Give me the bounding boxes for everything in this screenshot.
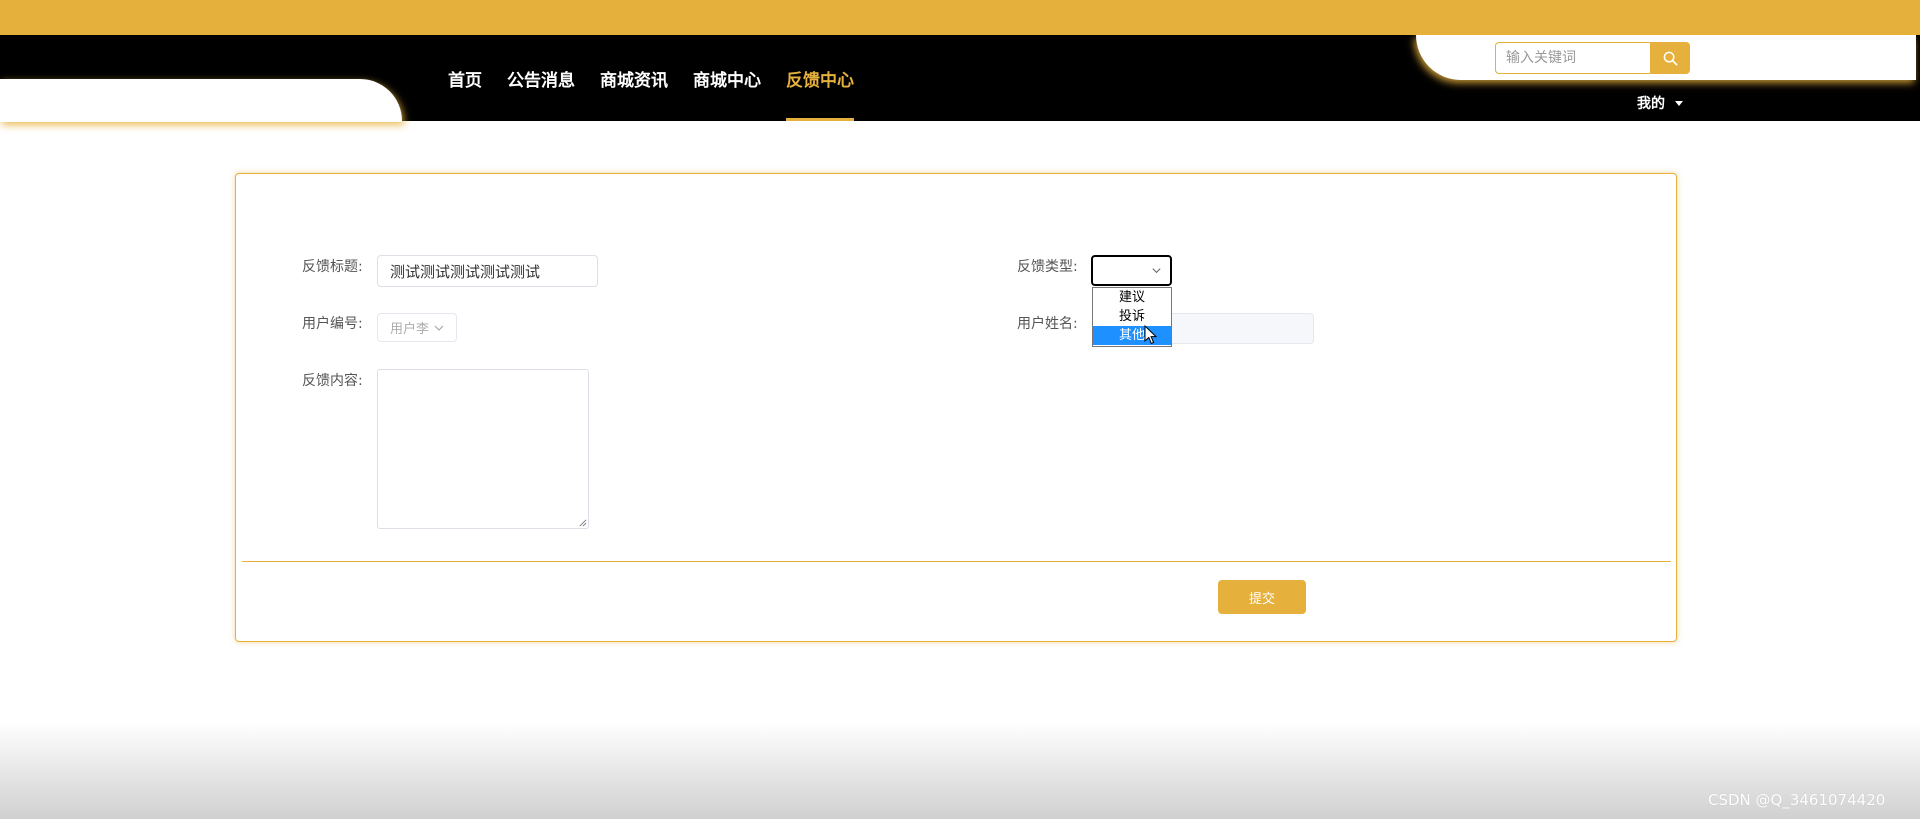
feedback-title-label: 反馈标题:	[302, 259, 363, 275]
user-id-select[interactable]: 用户李	[377, 313, 457, 342]
feedback-type-select[interactable]	[1091, 255, 1172, 286]
user-id-value: 用户李	[390, 322, 430, 337]
resize-handle-icon[interactable]	[578, 518, 587, 527]
feedback-content-label: 反馈内容:	[302, 373, 363, 389]
search-button[interactable]	[1650, 42, 1690, 74]
search-icon	[1663, 51, 1677, 65]
chevron-down-icon	[434, 325, 444, 331]
caret-down-icon	[1675, 100, 1683, 106]
mouse-cursor-icon	[1144, 325, 1158, 345]
main-nav: 首页 公告消息 商城资讯 商城中心 反馈中心	[448, 35, 879, 121]
nav-item-announcements[interactable]: 公告消息	[507, 35, 575, 121]
dropdown-option-complaint[interactable]: 投诉	[1093, 307, 1171, 326]
chevron-down-icon	[1152, 268, 1161, 274]
top-accent-strip	[0, 0, 1920, 35]
user-id-label: 用户编号:	[302, 316, 363, 332]
feedback-type-dropdown: 建议 投诉 其他	[1092, 287, 1172, 347]
dropdown-option-suggestion[interactable]: 建议	[1093, 288, 1171, 307]
feedback-content-textarea[interactable]	[377, 369, 589, 529]
user-name-label: 用户姓名:	[1017, 316, 1078, 332]
submit-button[interactable]: 提交	[1218, 580, 1306, 614]
user-menu-label: 我的	[1637, 96, 1665, 112]
nav-item-feedback[interactable]: 反馈中心	[786, 35, 854, 121]
feedback-title-input[interactable]	[377, 255, 598, 287]
nav-item-home[interactable]: 首页	[448, 35, 482, 121]
watermark-text: CSDN @Q_3461074420	[1708, 791, 1886, 809]
nav-item-mall[interactable]: 商城中心	[693, 35, 761, 121]
logo-tab	[0, 79, 402, 122]
nav-item-news[interactable]: 商城资讯	[600, 35, 668, 121]
user-name-input[interactable]	[1172, 313, 1314, 344]
dropdown-option-other[interactable]: 其他	[1093, 326, 1171, 345]
user-menu[interactable]: 我的	[1637, 93, 1683, 113]
search-input[interactable]	[1495, 42, 1650, 74]
feedback-type-label: 反馈类型:	[1017, 259, 1078, 275]
bottom-gradient	[0, 722, 1920, 819]
form-divider	[242, 561, 1671, 562]
